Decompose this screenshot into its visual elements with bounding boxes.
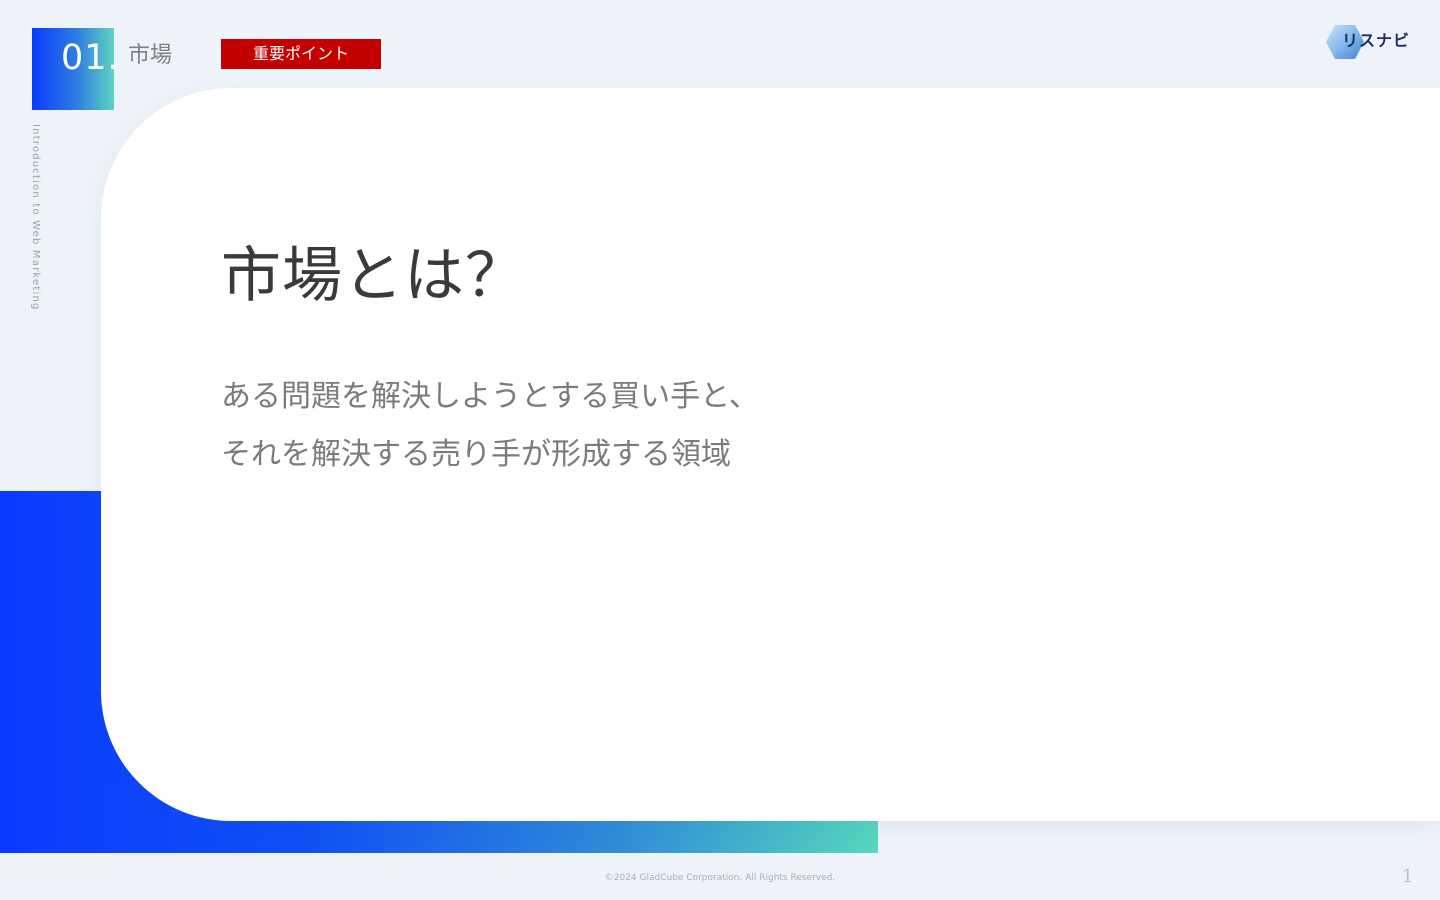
section-number: 01.: [61, 38, 120, 78]
definition-line: それを解決する売り手が形成する領域: [221, 437, 731, 472]
company-logo: リスナビ: [1322, 22, 1414, 64]
section-title: 市場: [128, 43, 173, 68]
copyright-notice: ©2024 GladCube Corporation. All Rights R…: [604, 873, 836, 883]
important-point-tag: 重要ポイント: [221, 39, 381, 69]
logo-text: リスナビ: [1342, 31, 1411, 50]
slide-heading: 市場とは？: [221, 241, 526, 311]
page-number: 1: [1402, 866, 1414, 887]
vertical-subtitle: Introduction to Web Marketing: [30, 124, 41, 311]
definition-text: ある問題を解決しようとする買い手と、 それを解決する売り手が形成する領域: [221, 368, 759, 484]
definition-line: ある問題を解決しようとする買い手と、: [221, 379, 759, 414]
